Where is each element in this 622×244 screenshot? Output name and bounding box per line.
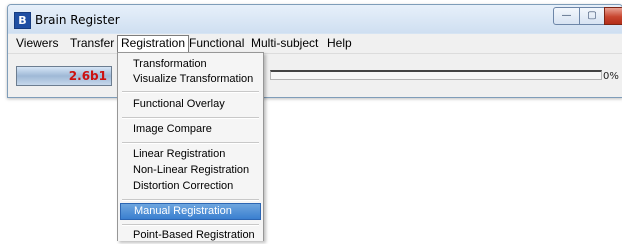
menu-item-distortion-correction[interactable]: Distortion Correction [120,178,261,195]
maximize-button[interactable]: ▢ [579,7,605,25]
menu-item-visualize-transformation[interactable]: Visualize Transformation [120,71,261,88]
title-bar[interactable]: B Brain Register — ▢ ✕ [8,5,622,33]
registration-dropdown-menu: Transformation Visualize Transformation … [117,52,264,241]
window-title: Brain Register [35,13,120,27]
menu-item-image-compare[interactable]: Image Compare [120,121,261,138]
app-icon[interactable]: B [14,12,31,29]
menu-help[interactable]: Help [324,35,355,52]
menu-separator [122,224,259,226]
menu-item-manual-registration[interactable]: Manual Registration [120,203,261,220]
menu-item-functional-overlay[interactable]: Functional Overlay [120,96,261,113]
menu-separator [122,91,259,93]
menu-multi-subject[interactable]: Multi-subject [248,35,321,52]
menu-item-linear-registration[interactable]: Linear Registration [120,146,261,163]
menu-transfer[interactable]: Transfer [67,35,117,52]
menu-viewers[interactable]: Viewers [13,35,61,52]
menu-separator [122,199,259,201]
version-badge: 2.6b1 [16,66,112,86]
close-button[interactable]: ✕ [604,7,622,25]
progress-bar [270,70,602,80]
menu-separator [122,117,259,119]
menu-registration[interactable]: Registration [117,35,190,52]
menu-functional[interactable]: Functional [186,35,247,52]
app-window: B Brain Register — ▢ ✕ Viewers Transfer … [7,4,622,98]
menu-bar: Viewers Transfer Registration Functional… [8,34,622,54]
menu-item-point-based-registration[interactable]: Point-Based Registration [120,227,261,244]
maximize-icon: ▢ [587,10,597,21]
toolbar: 2.6b1 0% [8,54,622,97]
minimize-icon: — [561,10,572,21]
progress-percent: 0% [603,71,619,82]
minimize-button[interactable]: — [553,7,580,25]
menu-item-non-linear-registration[interactable]: Non-Linear Registration [120,162,261,179]
menu-separator [122,142,259,144]
